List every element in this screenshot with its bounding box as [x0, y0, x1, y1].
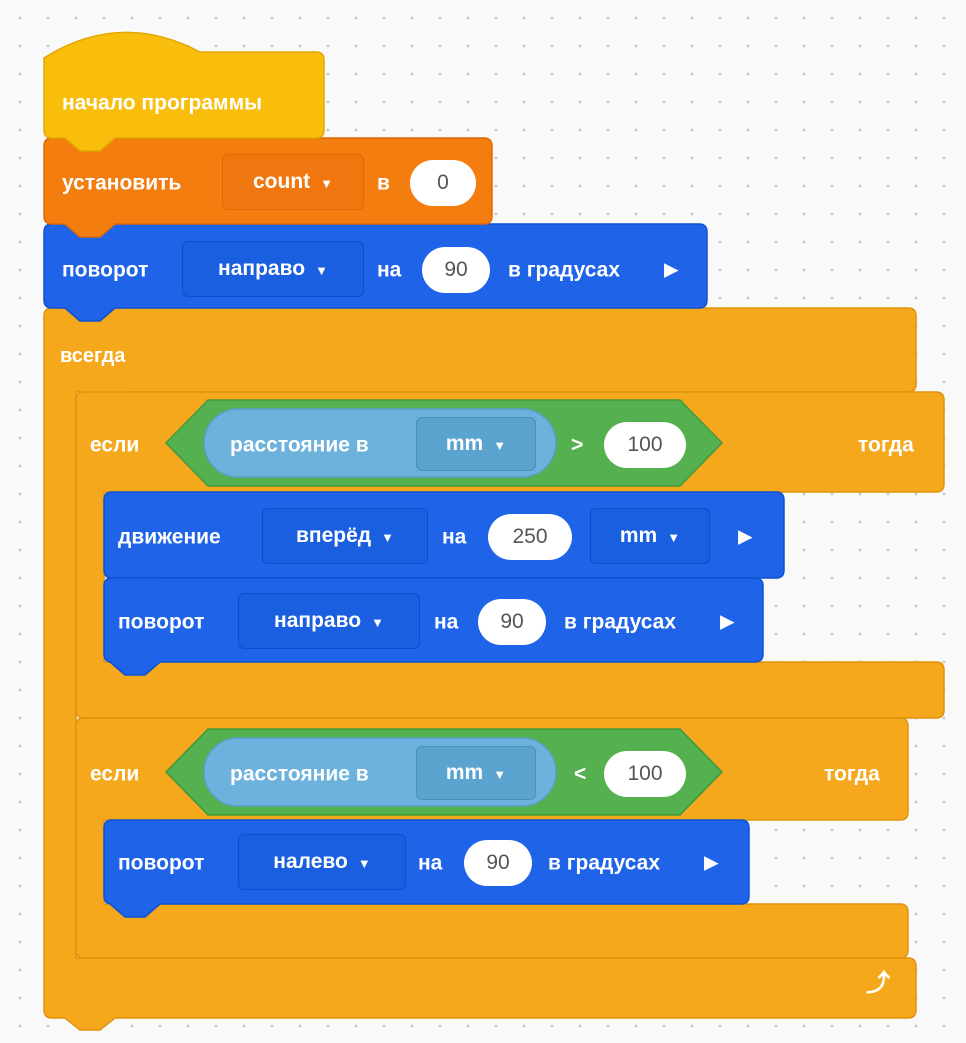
drive-by-label: на: [442, 525, 467, 549]
if-1-operator: >: [571, 433, 584, 457]
turn-1-label: поворот: [62, 258, 149, 282]
if-1-unit-dropdown[interactable]: mm ▼: [416, 417, 536, 471]
turn-2-by-label: на: [434, 610, 459, 634]
play-arrow-icon[interactable]: ▶: [664, 261, 679, 280]
if-2-label: если: [90, 762, 140, 786]
caret-down-icon: ▼: [357, 855, 371, 871]
variable-dropdown-value: count: [252, 170, 311, 193]
if-1-sensor-label: расстояние в: [230, 433, 369, 457]
turn-3-unit-label: в градусах: [548, 851, 661, 875]
turn-3-degrees-input[interactable]: 90: [464, 840, 532, 886]
drive-label: движение: [118, 525, 221, 549]
play-arrow-icon[interactable]: ▶: [704, 854, 719, 873]
drive-direction-value: вперёд: [296, 524, 372, 547]
if-1-label: если: [90, 433, 140, 457]
turn-1-direction-dropdown[interactable]: направо ▼: [182, 241, 364, 297]
turn-1-direction-value: направо: [218, 257, 306, 280]
if-2-unit-dropdown[interactable]: mm ▼: [416, 746, 536, 800]
turn-1-degrees-input[interactable]: 90: [422, 247, 490, 293]
if-1-value-input[interactable]: 100: [604, 422, 686, 468]
turn-3-direction-value: налево: [273, 850, 348, 873]
forever-label: всегда: [60, 345, 126, 367]
if-1-then-label: тогда: [858, 433, 914, 457]
set-var-value-input[interactable]: 0: [410, 160, 476, 206]
hat-label: начало программы: [62, 91, 263, 115]
caret-down-icon: ▼: [371, 614, 384, 630]
if-2-unit-value: mm: [445, 761, 484, 784]
play-arrow-icon[interactable]: ▶: [720, 613, 735, 632]
turn-2-direction-value: направо: [274, 609, 362, 632]
drive-distance-input[interactable]: 250: [488, 514, 572, 560]
caret-down-icon: ▼: [493, 766, 507, 782]
set-var-label: установить: [62, 171, 182, 195]
workspace[interactable]: начало программы установить count ▼ в 0 …: [0, 0, 966, 1043]
turn-1-by-label: на: [377, 258, 402, 282]
set-var-to-label: в: [377, 171, 390, 195]
turn-2-label: поворот: [118, 610, 205, 634]
turn-2-direction-dropdown[interactable]: направо ▼: [238, 593, 420, 649]
caret-down-icon: ▼: [493, 437, 507, 453]
loop-arrow-icon: ⤴: [866, 970, 890, 997]
turn-3-label: поворот: [118, 851, 205, 875]
drive-unit-dropdown[interactable]: mm ▼: [590, 508, 710, 564]
turn-2-degrees-input[interactable]: 90: [478, 599, 546, 645]
if-1-unit-value: mm: [445, 432, 484, 455]
variable-dropdown[interactable]: count ▼: [222, 154, 364, 210]
caret-down-icon: ▼: [320, 175, 334, 191]
drive-direction-dropdown[interactable]: вперёд ▼: [262, 508, 428, 564]
if-2-then-label: тогда: [824, 762, 880, 786]
if-2-value-input[interactable]: 100: [604, 751, 686, 797]
play-arrow-icon[interactable]: ▶: [738, 528, 753, 547]
caret-down-icon: ▼: [381, 529, 394, 545]
turn-2-unit-label: в градусах: [564, 610, 677, 634]
caret-down-icon: ▼: [315, 262, 328, 278]
drive-unit-value: mm: [619, 524, 658, 547]
turn-3-direction-dropdown[interactable]: налево ▼: [238, 834, 406, 890]
block-shapes: [43, 31, 945, 1031]
turn-3-by-label: на: [418, 851, 443, 875]
if-2-sensor-label: расстояние в: [230, 762, 369, 786]
turn-1-unit-label: в градусах: [508, 258, 621, 282]
caret-down-icon: ▼: [667, 529, 681, 545]
if-2-operator: <: [574, 762, 587, 786]
